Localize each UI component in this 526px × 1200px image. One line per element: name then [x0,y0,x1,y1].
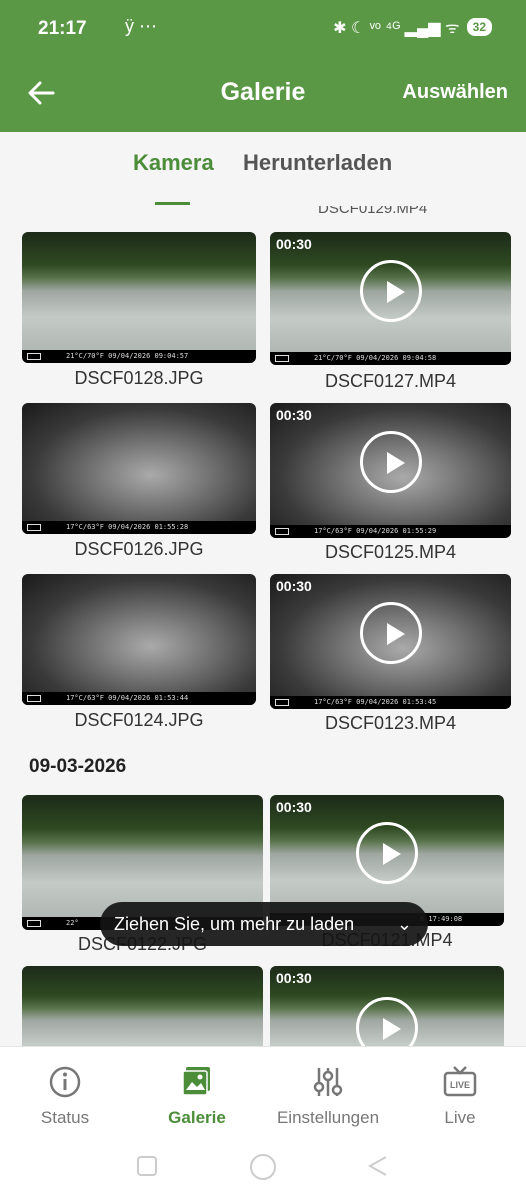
partial-caption: DSCF0129.MP4 [318,206,428,216]
live-icon-text: LIVE [450,1080,470,1090]
tab-indicator [155,202,190,205]
battery-icon: 32 [466,18,492,36]
nav-live[interactable]: LIVE Live [405,1065,515,1128]
info-stamp: 17°C/63°F 09/04/2026 01:55:29 [270,525,511,538]
home-button[interactable] [250,1154,276,1180]
photo-thumbnail[interactable]: 21°C/70°F 09/04/2026 09:04:57 [22,232,256,363]
date-header: 09-03-2026 [29,756,127,777]
select-button[interactable]: Auswählen [402,81,508,104]
video-duration: 00:30 [276,578,312,594]
info-stamp: 21°C/70°F 09/04/2026 09:04:57 [22,350,256,363]
status-time: 21:17 [38,18,87,39]
recents-button[interactable] [137,1156,157,1176]
bottom-navigation: Status Galerie Einstellungen LIVE Live [0,1046,526,1136]
video-thumbnail[interactable]: 00:30 17°C/63°F 09/04/2026 01:55:29 [270,403,511,538]
video-duration: 00:30 [276,236,312,252]
status-bar: 21:17 ÿ ⋯ ✱ ☾ ᵛᵒ ⁴ᴳ ▂▄▆ ᯤ 32 [0,0,526,60]
play-icon[interactable] [359,259,422,322]
video-duration: 00:30 [276,407,312,423]
video-duration: 00:30 [276,970,312,986]
nav-settings-label: Einstellungen [276,1108,380,1127]
tab-bar: Kamera Herunterladen [0,150,526,205]
chevron-down-icon: ⌄ [396,914,412,934]
nav-gallery-label: Galerie [168,1108,226,1127]
load-more-toast: Ziehen Sie, um mehr zu laden ⌄ [100,902,428,946]
status-notifications: ÿ ⋯ [125,16,158,36]
gallery-icon [182,1067,210,1096]
nav-live-label: Live [444,1108,476,1127]
photo-thumbnail[interactable]: 17°C/63°F 09/04/2026 01:53:44 [22,574,256,705]
info-stamp: 17°C/63°F 09/04/2026 01:55:28 [22,521,256,534]
toast-text: Ziehen Sie, um mehr zu laden [114,914,355,934]
file-name: DSCF0127.MP4 [324,371,457,391]
play-icon[interactable] [356,821,418,884]
video-duration: 00:30 [276,799,312,815]
file-name: DSCF0128.JPG [74,368,204,388]
photo-thumbnail[interactable] [22,966,263,1046]
system-icons: ✱ ☾ ᵛᵒ ⁴ᴳ ▂▄▆ ᯤ [333,20,460,37]
nav-settings[interactable]: Einstellungen [273,1065,383,1128]
photo-thumbnail[interactable]: 17°C/63°F 09/04/2026 01:55:28 [22,403,256,534]
video-thumbnail[interactable]: 00:30 17°C/63°F 09/04/2026 01:53:45 [270,574,511,709]
info-stamp: 17°C/63°F 09/04/2026 01:53:45 [270,696,511,709]
gallery-content[interactable]: Kamera Herunterladen DSCF0129.MP4 21°C/7… [0,132,526,1046]
info-icon [49,1066,81,1098]
play-icon[interactable] [356,997,418,1046]
nav-gallery[interactable]: Galerie [142,1065,252,1128]
video-thumbnail[interactable]: 00:30 [270,966,504,1046]
play-icon[interactable] [359,431,422,494]
app-bar: Galerie Auswählen [0,60,526,132]
system-navigation [0,1136,526,1200]
play-icon[interactable] [359,602,422,665]
info-stamp: 21°C/70°F 09/04/2026 09:04:58 [270,352,511,365]
tab-downloads[interactable]: Herunterladen [243,150,392,176]
sliders-icon [313,1068,343,1096]
video-thumbnail[interactable]: 00:30 21°C/70°F 09/04/2026 09:04:58 [270,232,511,365]
status-icons: ✱ ☾ ᵛᵒ ⁴ᴳ ▂▄▆ ᯤ 32 [333,16,492,38]
nav-status[interactable]: Status [10,1065,120,1128]
nav-status-label: Status [40,1108,90,1127]
file-name: DSCF0125.MP4 [324,542,457,562]
file-name: DSCF0126.JPG [74,539,204,559]
tab-camera[interactable]: Kamera [133,150,214,176]
file-name: DSCF0123.MP4 [324,713,457,733]
info-stamp: 17°C/63°F 09/04/2026 01:53:44 [22,692,256,705]
file-name: DSCF0124.JPG [74,710,204,730]
back-triangle-icon[interactable] [366,1154,390,1178]
live-tv-icon: LIVE [443,1066,477,1097]
